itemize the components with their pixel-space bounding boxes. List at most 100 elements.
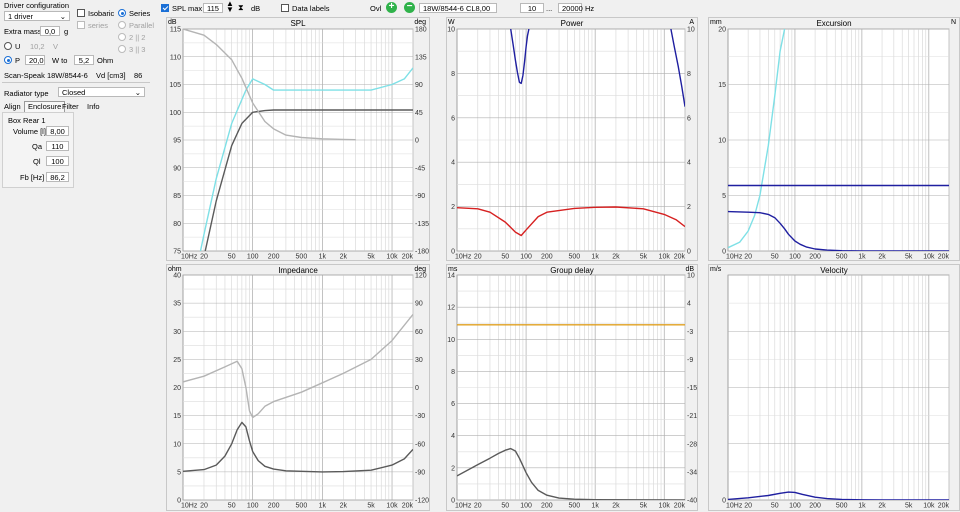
ohm-unit: Ohm xyxy=(97,56,114,65)
updown-icon[interactable]: ▲ ▼ xyxy=(226,0,234,14)
u-radio[interactable] xyxy=(4,42,12,50)
series-checkbox[interactable] xyxy=(77,21,85,29)
freq-max-input[interactable]: 20000 xyxy=(558,3,583,13)
y2-tick-label: -180 xyxy=(415,249,429,256)
qa-input[interactable]: 110 xyxy=(46,141,69,151)
x-tick-label: 20 xyxy=(744,503,752,510)
y-tick-label: 25 xyxy=(173,357,181,364)
tab-info[interactable]: Info xyxy=(84,102,103,112)
y2-tick-label: -45 xyxy=(415,165,425,172)
y-tick-label: 4 xyxy=(451,160,455,167)
x-tick-label: 5k xyxy=(367,503,375,510)
x-tick-label: 5k xyxy=(640,503,648,510)
x-tick-label: 10k xyxy=(659,503,671,510)
chart-plot[interactable]: 115 110 105 100 95 90 85 80 75 180 135 90 45 0 -45 -90 -… xyxy=(167,18,429,261)
y2-tick-label: -60 xyxy=(415,441,425,448)
spl-max-label: SPL max xyxy=(172,4,203,13)
tab-filter[interactable]: Filter xyxy=(59,102,82,112)
driver-count-select[interactable]: 1 driver ⌄ xyxy=(4,11,70,21)
w-to-label: W to xyxy=(52,56,68,65)
y-tick-label: 40 xyxy=(173,273,181,280)
y-tick-label: 10 xyxy=(447,27,455,34)
series-radio[interactable] xyxy=(118,9,126,17)
x-tick-label: 20k xyxy=(402,503,414,510)
y-tick-label: 6 xyxy=(451,401,455,408)
y-tick-label: 110 xyxy=(170,54,181,61)
y2-tick-label: -40 xyxy=(687,498,697,505)
chart-plot[interactable]: 2015105010Hz 20 50 100 200 500 1k 2k 5k 10k 20k xyxy=(709,18,959,261)
chart-plot[interactable]: 1086420108642010Hz 20 50 100 200 500 1k 2k 5k 10k… xyxy=(447,18,697,261)
parallel-radio[interactable] xyxy=(118,21,126,29)
series-dim-label: series xyxy=(88,21,109,30)
divider xyxy=(2,82,150,83)
y2-tick-label: 10 xyxy=(687,27,695,34)
x-tick-label: 10Hz xyxy=(726,503,743,510)
spl-max-input[interactable]: 115 xyxy=(203,3,223,13)
series-label: Series xyxy=(129,9,151,18)
y-tick-label: 95 xyxy=(173,138,181,145)
x-tick-label: 500 xyxy=(569,503,581,510)
chart-plot[interactable]: 14121086420104-3-9-15-21-28-34-4010Hz 20 5… xyxy=(447,265,697,510)
three-three-radio[interactable] xyxy=(118,45,126,53)
x-tick-label: 200 xyxy=(541,254,553,261)
x-tick-label: 1k xyxy=(591,254,599,261)
tab-align[interactable]: Align xyxy=(1,102,24,112)
radiator-type-label: Radiator type xyxy=(4,89,49,98)
x-tick-label: 100 xyxy=(789,503,801,510)
ohm-input[interactable]: 5,2 xyxy=(74,55,94,65)
fb-input[interactable]: 86,2 xyxy=(46,172,69,182)
driver-config-title: Driver configuration xyxy=(4,1,70,10)
p-radio[interactable] xyxy=(4,56,12,64)
ql-input[interactable]: 100 xyxy=(46,156,69,166)
overlay-driver-select[interactable]: 18W/8544-6 CL8,00 xyxy=(419,3,497,13)
x-tick-label: 5k xyxy=(640,254,648,261)
spl-max-checkbox[interactable] xyxy=(161,4,169,12)
y-tick-label: 20 xyxy=(718,27,726,34)
y-tick-label: 8 xyxy=(451,369,455,376)
two-two-radio[interactable] xyxy=(118,33,126,41)
y2-tick-label: -135 xyxy=(415,221,429,228)
u-label: U xyxy=(15,42,21,51)
u-value: 10,2 xyxy=(30,42,45,51)
chart-panel-velocity[interactable]: Velocity m/s 0 10Hz 20 50 100 200 500 1k 2k 5k 10k 20… xyxy=(708,264,960,511)
radiator-type-select[interactable]: Closed ⌄ xyxy=(58,87,145,97)
freq-min-input[interactable]: 10 xyxy=(520,3,544,13)
remove-overlay-button[interactable]: − xyxy=(404,1,415,13)
add-overlay-button[interactable]: + xyxy=(386,1,397,13)
y2-tick-label: -90 xyxy=(415,193,425,200)
volume-input[interactable]: 8,00 xyxy=(46,126,69,136)
y2-tick-label: 8 xyxy=(687,71,691,78)
y-tick-label: 20 xyxy=(173,385,181,392)
x-tick-label: 20k xyxy=(402,254,414,261)
x-tick-label: 10k xyxy=(386,254,398,261)
x-tick-label: 2k xyxy=(340,254,348,261)
x-tick-label: 20 xyxy=(474,254,482,261)
y-tick-label: 115 xyxy=(170,27,181,34)
hourglass-icon[interactable]: ⧗ xyxy=(238,3,244,13)
x-tick-label: 10k xyxy=(659,254,671,261)
x-tick-label: 20 xyxy=(200,254,208,261)
chart-panel-power[interactable]: Power W A 10 8 6 4 2 0 10 8 6 4 2 0 10Hz 20 50 100 200 500 1k… xyxy=(446,17,698,261)
freq-separator: ... xyxy=(546,4,553,13)
chart-plot[interactable]: 010Hz 20 50 100 200 500 1k 2k 5k 10k 20k xyxy=(709,265,959,510)
chart-panel-spl[interactable]: SPL dB deg 115 110 105 100 95 90 85 80 75 180 135 90 45… xyxy=(166,17,430,261)
chart-panel-excursion[interactable]: Excursion mm N 20 15 10 5 0 10Hz 20 50 100 200 500 1k 2… xyxy=(708,17,960,261)
chart-panel-group-delay[interactable]: Group delay ms dB 14 12 10 8 6 4 2 0 10 4 -3 -9 -15 -21-… xyxy=(446,264,698,511)
chevron-down-icon: ⌄ xyxy=(134,88,141,97)
chart-plot[interactable]: 40 35 30 25 20 15 10 50 120 90 60 30 0 -30 -60 -90 -120 1… xyxy=(167,265,429,510)
y-tick-label: 75 xyxy=(173,249,181,256)
data-labels-checkbox[interactable] xyxy=(281,4,289,12)
x-tick-label: 500 xyxy=(296,254,308,261)
radiator-type-value: Closed xyxy=(62,88,86,97)
isobaric-label: Isobaric xyxy=(88,9,115,18)
x-tick-label: 20 xyxy=(744,254,752,261)
x-tick-label: 100 xyxy=(247,503,259,510)
y-tick-label: 5 xyxy=(177,469,181,476)
three-three-label: 3 || 3 xyxy=(129,45,146,54)
extra-mass-input[interactable]: 0,0 xyxy=(40,26,60,36)
isobaric-checkbox[interactable] xyxy=(77,9,85,17)
y2-tick-label: 45 xyxy=(415,110,423,117)
x-tick-label: 20k xyxy=(938,503,950,510)
chart-panel-impedance[interactable]: Impedance ohm deg 40 35 30 25 20 15 10 5 0 120 90 60 30… xyxy=(166,264,430,511)
p-input[interactable]: 20,0 xyxy=(25,55,45,65)
